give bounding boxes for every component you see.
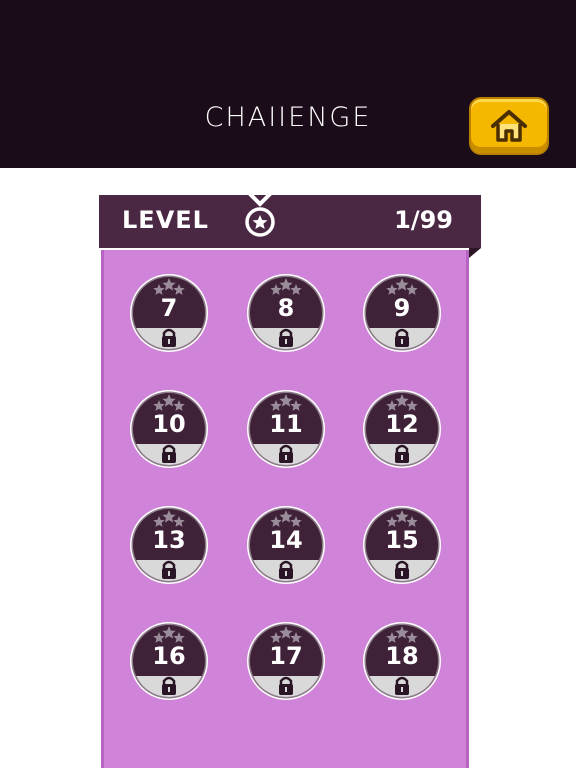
level-button[interactable]: 11	[246, 389, 326, 469]
level-button[interactable]: 14	[246, 505, 326, 585]
level-count: 1/99	[394, 206, 453, 234]
level-button[interactable]: 9	[362, 273, 442, 353]
level-button[interactable]: 12	[362, 389, 442, 469]
level-button[interactable]: 10	[129, 389, 209, 469]
level-badge	[130, 506, 208, 584]
level-badge	[247, 390, 325, 468]
level-badge	[363, 390, 441, 468]
level-button[interactable]: 13	[129, 505, 209, 585]
level-label: LEVEL	[122, 206, 209, 234]
home-icon	[491, 110, 527, 142]
level-badge	[363, 506, 441, 584]
level-button[interactable]: 16	[129, 621, 209, 701]
level-badge	[363, 622, 441, 700]
level-badge	[130, 390, 208, 468]
header-fold	[469, 248, 481, 258]
level-badge	[247, 622, 325, 700]
level-badge	[130, 622, 208, 700]
level-button[interactable]: 17	[246, 621, 326, 701]
level-button[interactable]: 15	[362, 505, 442, 585]
level-button[interactable]: 7	[129, 273, 209, 353]
level-badge	[130, 274, 208, 352]
medal-icon	[245, 190, 275, 237]
level-button[interactable]: 8	[246, 273, 326, 353]
level-badge	[363, 274, 441, 352]
level-badge	[247, 506, 325, 584]
home-button[interactable]	[469, 97, 549, 155]
level-button[interactable]: 18	[362, 621, 442, 701]
level-badge	[247, 274, 325, 352]
